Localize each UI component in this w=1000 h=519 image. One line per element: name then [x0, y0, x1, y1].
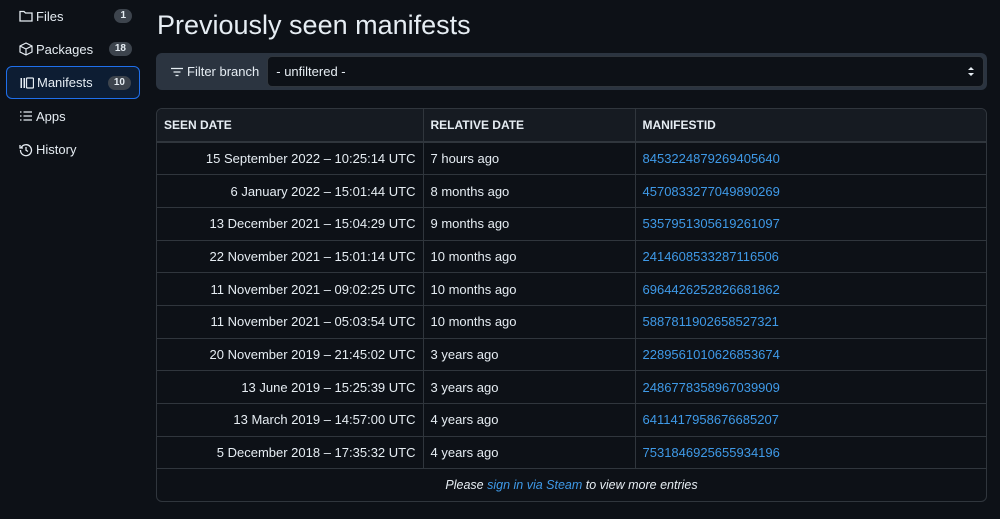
count-badge: 10 — [107, 75, 131, 90]
relative-date-cell: 4 years ago — [423, 403, 636, 437]
seen-date-cell: 11 November 2021 – 09:02:25 UTC — [157, 272, 424, 306]
manifestid-link[interactable]: 2486778358967039909 — [643, 380, 780, 395]
column-header-manifestid[interactable]: MANIFESTID — [635, 109, 986, 143]
seen-date-cell: 11 November 2021 – 05:03:54 UTC — [157, 305, 424, 339]
relative-date-cell: 7 hours ago — [423, 142, 636, 176]
filter-bar: Filter branch - unfiltered - — [156, 53, 987, 90]
table-row: 15 September 2022 – 10:25:14 UTC 7 hours… — [157, 142, 986, 176]
sidebar: Files 1 Packages 18 Manifests 10 Apps Hi… — [6, 0, 140, 167]
manifestid-link[interactable]: 2289561010626853674 — [643, 347, 780, 362]
notice-text-after: to view more entries — [582, 478, 698, 493]
page-title: Previously seen manifests — [157, 10, 471, 40]
manifests-icon — [19, 75, 35, 91]
manifestid-cell: 5887811902658527321 — [635, 305, 986, 339]
sidebar-item-files[interactable]: Files 1 — [6, 0, 140, 32]
manifestid-link[interactable]: 2414608533287116506 — [643, 249, 779, 264]
manifestid-cell: 5357951305619261097 — [635, 207, 986, 241]
filter-branch-label: Filter branch — [156, 64, 267, 79]
manifestid-link[interactable]: 7531846925655934196 — [643, 445, 780, 460]
column-header-seen-date[interactable]: SEEN DATE — [157, 109, 424, 143]
count-badge: 18 — [108, 42, 132, 56]
count-badge: 1 — [114, 9, 132, 23]
seen-date-cell: 15 September 2022 – 10:25:14 UTC — [157, 142, 424, 176]
seen-date-cell: 5 December 2018 – 17:35:32 UTC — [157, 436, 424, 470]
relative-date-cell: 10 months ago — [423, 240, 636, 274]
relative-date-cell: 3 years ago — [423, 370, 636, 404]
sidebar-item-history[interactable]: History — [6, 133, 140, 166]
sign-in-link[interactable]: sign in via Steam — [487, 478, 582, 492]
relative-date-cell: 8 months ago — [423, 174, 636, 208]
seen-date-cell: 13 March 2019 – 14:57:00 UTC — [157, 403, 424, 437]
sidebar-item-label: Packages — [36, 41, 94, 57]
table-row: 6 January 2022 – 15:01:44 UTC 8 months a… — [157, 174, 986, 208]
branch-select-value: - unfiltered - — [276, 64, 346, 79]
notice-text-before: Please — [445, 478, 488, 493]
branch-select[interactable]: - unfiltered - — [267, 56, 984, 87]
manifestid-link[interactable]: 6964426252826681862 — [643, 282, 780, 297]
table-row: 13 March 2019 – 14:57:00 UTC 4 years ago… — [157, 403, 986, 437]
manifestid-cell: 8453224879269405640 — [635, 142, 986, 176]
seen-date-cell: 13 December 2021 – 15:04:29 UTC — [157, 207, 424, 241]
table-row: 13 June 2019 – 15:25:39 UTC 3 years ago … — [157, 370, 986, 404]
filter-icon — [170, 66, 184, 78]
manifestid-link[interactable]: 8453224879269405640 — [643, 151, 780, 166]
manifestid-link[interactable]: 5357951305619261097 — [643, 216, 780, 231]
table-row: 5 December 2018 – 17:35:32 UTC 4 years a… — [157, 436, 986, 470]
package-icon — [18, 41, 34, 57]
relative-date-cell: 10 months ago — [423, 272, 636, 306]
table-row: 11 November 2021 – 05:03:54 UTC 10 month… — [157, 305, 986, 339]
manifestid-link[interactable]: 5887811902658527321 — [643, 314, 779, 329]
sidebar-item-label: Apps — [36, 108, 66, 124]
manifestid-cell: 6964426252826681862 — [635, 272, 986, 306]
seen-date-cell: 6 January 2022 – 15:01:44 UTC — [157, 174, 424, 208]
table-row: 13 December 2021 – 15:04:29 UTC 9 months… — [157, 207, 986, 241]
sidebar-item-label: Files — [36, 8, 64, 24]
manifestid-link[interactable]: 4570833277049890269 — [643, 184, 780, 199]
table-footer-row: Please sign in via Steam to view more en… — [157, 469, 986, 501]
table-row: 20 November 2019 – 21:45:02 UTC 3 years … — [157, 338, 986, 372]
sidebar-item-packages[interactable]: Packages 18 — [6, 33, 140, 66]
seen-date-cell: 22 November 2021 – 15:01:14 UTC — [157, 240, 424, 274]
manifestid-cell: 6411417958676685207 — [635, 403, 986, 437]
sidebar-item-label: History — [36, 142, 77, 157]
sidebar-item-label: Manifests — [37, 75, 93, 90]
manifestid-cell: 2414608533287116506 — [635, 240, 986, 274]
history-icon — [18, 142, 34, 158]
filter-label-text: Filter branch — [187, 64, 260, 79]
relative-date-cell: 9 months ago — [423, 207, 636, 241]
sidebar-item-manifests[interactable]: Manifests 10 — [6, 66, 140, 99]
relative-date-cell: 4 years ago — [423, 436, 636, 470]
table-header-row: SEEN DATE RELATIVE DATE MANIFESTID — [157, 109, 986, 143]
manifestid-cell: 2486778358967039909 — [635, 370, 986, 404]
folder-icon — [18, 8, 34, 24]
table-row: 11 November 2021 – 09:02:25 UTC 10 month… — [157, 272, 986, 306]
table-row: 22 November 2021 – 15:01:14 UTC 10 month… — [157, 240, 986, 274]
seen-date-cell: 13 June 2019 – 15:25:39 UTC — [157, 370, 424, 404]
relative-date-cell: 3 years ago — [423, 338, 636, 372]
relative-date-cell: 10 months ago — [423, 305, 636, 339]
select-arrows-icon — [967, 66, 975, 77]
sign-in-notice: Please sign in via Steam to view more en… — [157, 469, 986, 501]
manifestid-cell: 2289561010626853674 — [635, 338, 986, 372]
manifestid-link[interactable]: 6411417958676685207 — [643, 412, 779, 427]
column-header-relative-date[interactable]: RELATIVE DATE — [423, 109, 636, 143]
manifestid-cell: 7531846925655934196 — [635, 436, 986, 470]
seen-date-cell: 20 November 2019 – 21:45:02 UTC — [157, 338, 424, 372]
manifests-table: SEEN DATE RELATIVE DATE MANIFESTID 15 Se… — [156, 108, 987, 502]
list-icon — [18, 108, 34, 124]
sidebar-item-apps[interactable]: Apps — [6, 100, 140, 133]
manifestid-cell: 4570833277049890269 — [635, 174, 986, 208]
